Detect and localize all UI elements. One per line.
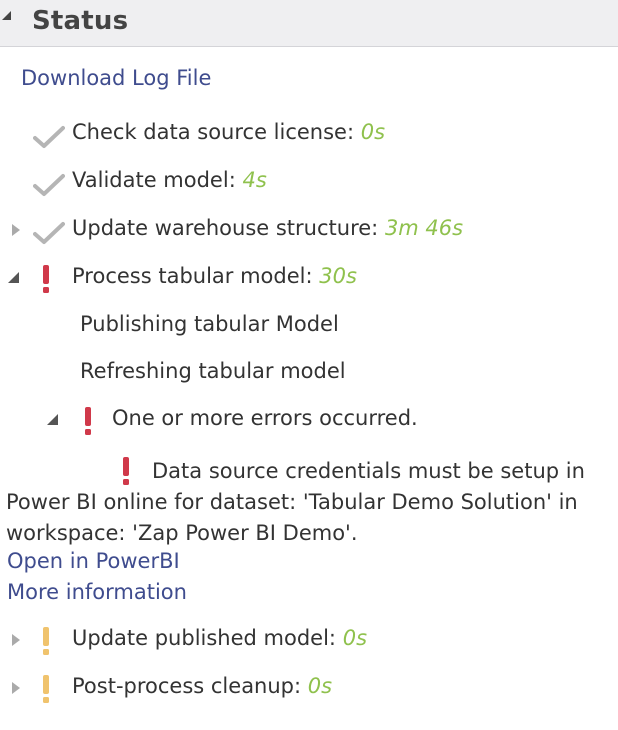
step-duration: 3m 46s xyxy=(384,216,464,240)
step-row-update-published: Update published model: 0s xyxy=(0,626,618,656)
step-duration: 0s xyxy=(360,120,386,144)
substep-publishing: Publishing tabular Model xyxy=(80,312,339,336)
error-icon xyxy=(123,457,129,485)
expand-arrow-icon[interactable] xyxy=(12,634,20,646)
checkmark-icon xyxy=(33,174,65,196)
error-icon xyxy=(85,407,91,435)
status-header[interactable]: Status xyxy=(0,0,618,47)
expand-arrow-icon[interactable] xyxy=(12,682,20,694)
step-row-check-license: Check data source license: 0s xyxy=(0,120,618,150)
warning-icon xyxy=(43,627,49,655)
error-group-row: One or more errors occurred. xyxy=(0,406,618,436)
error-message: Data source credentials must be setup in… xyxy=(6,456,606,549)
step-row-update-warehouse: Update warehouse structure: 3m 46s xyxy=(0,216,618,246)
step-label: Validate model: 4s xyxy=(72,168,267,192)
warning-icon xyxy=(43,675,49,703)
open-in-powerbi-link[interactable]: Open in PowerBI xyxy=(7,549,180,573)
step-row-validate-model: Validate model: 4s xyxy=(0,168,618,198)
collapse-arrow-icon[interactable] xyxy=(8,272,19,283)
step-label: Update published model: 0s xyxy=(72,626,368,650)
step-label: Check data source license: 0s xyxy=(72,120,386,144)
step-duration: 30s xyxy=(319,264,357,288)
error-group-label: One or more errors occurred. xyxy=(112,406,418,430)
error-message-rest: Power BI online for dataset: 'Tabular De… xyxy=(6,490,578,545)
expand-arrow-icon[interactable] xyxy=(12,224,20,236)
more-information-link[interactable]: More information xyxy=(7,580,187,604)
step-duration: 0s xyxy=(307,674,333,698)
checkmark-icon xyxy=(33,222,65,244)
error-icon xyxy=(43,265,49,293)
checkmark-icon xyxy=(33,126,65,148)
step-duration: 4s xyxy=(242,168,267,192)
collapse-arrow-icon[interactable] xyxy=(47,414,58,425)
panel-title: Status xyxy=(32,6,129,36)
error-message-line1: Data source credentials must be setup in xyxy=(152,459,585,483)
step-label: Process tabular model: 30s xyxy=(72,264,357,288)
step-label: Update warehouse structure: 3m 46s xyxy=(72,216,464,240)
collapse-caret-icon[interactable] xyxy=(2,11,11,20)
download-log-link[interactable]: Download Log File xyxy=(21,66,211,90)
step-row-post-process: Post-process cleanup: 0s xyxy=(0,674,618,704)
step-label: Post-process cleanup: 0s xyxy=(72,674,333,698)
step-duration: 0s xyxy=(342,626,368,650)
substep-refreshing: Refreshing tabular model xyxy=(80,359,346,383)
step-row-process-tabular: Process tabular model: 30s xyxy=(0,264,618,294)
